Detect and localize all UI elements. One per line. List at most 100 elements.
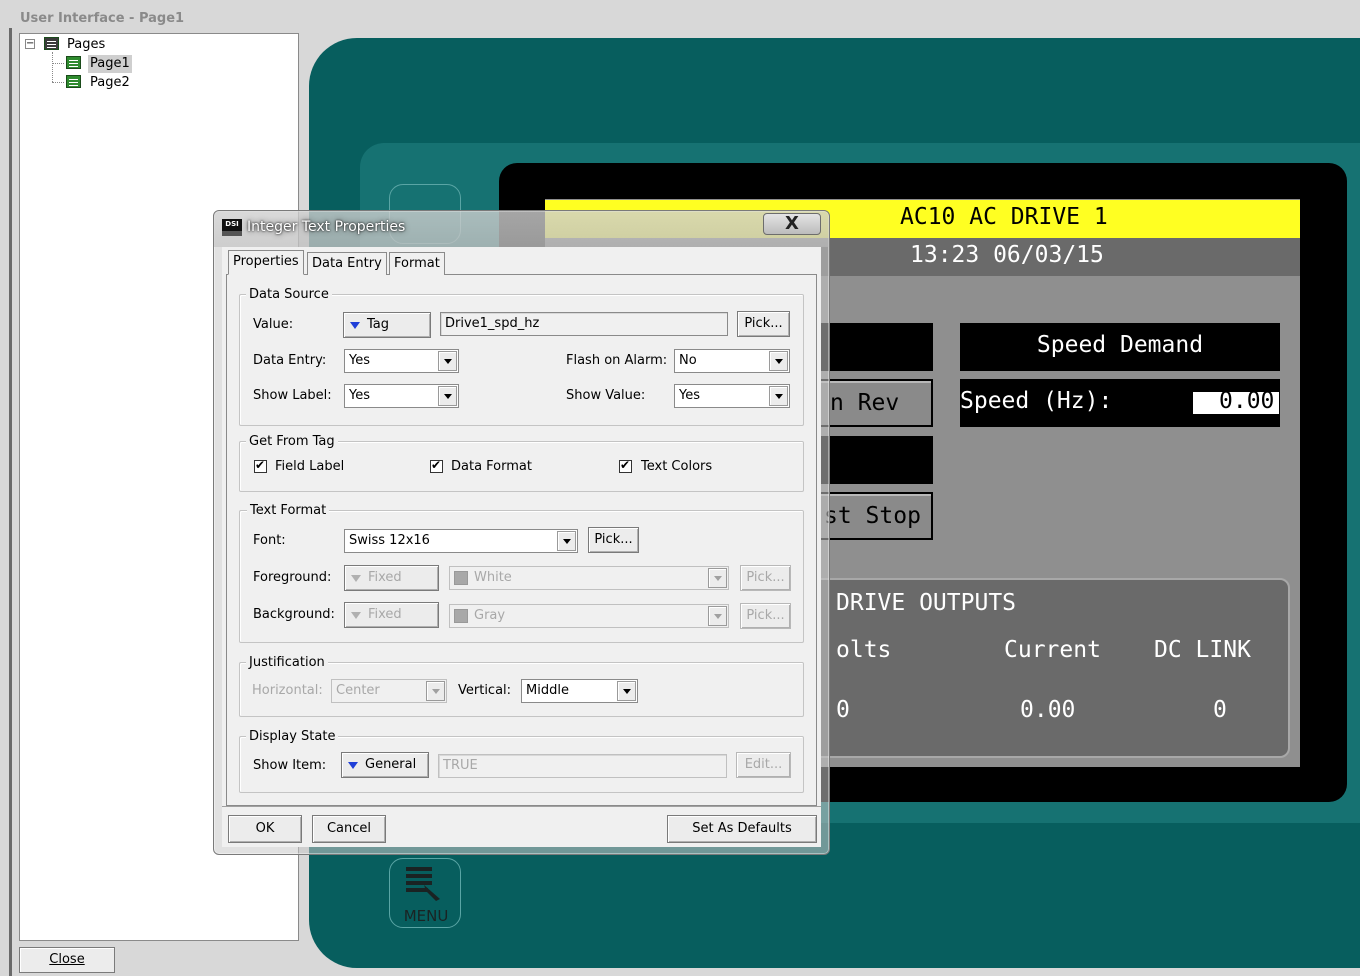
- foreground-source-label: Fixed: [368, 570, 402, 585]
- field-label-text: Field Label: [275, 459, 345, 474]
- background-source-button[interactable]: Fixed: [344, 602, 439, 628]
- show-item-source-button[interactable]: General: [341, 752, 429, 778]
- value-source-label: Tag: [367, 317, 390, 332]
- hmi-title: AC10 AC DRIVE 1: [900, 204, 1108, 230]
- show-label-select[interactable]: Yes: [344, 384, 459, 408]
- horizontal-label: Horizontal:: [252, 683, 323, 698]
- speed-value: 0.00: [1219, 388, 1275, 414]
- show-item-label: Show Item:: [253, 758, 327, 773]
- chevron-down-icon[interactable]: [438, 386, 457, 406]
- background-color-select[interactable]: Gray: [449, 604, 729, 628]
- show-item-field[interactable]: TRUE: [438, 754, 727, 778]
- field-label-checkbox[interactable]: [254, 458, 267, 473]
- speed-label: Speed (Hz):: [960, 388, 1113, 414]
- drive-outputs-title: DRIVE OUTPUTS: [836, 590, 1017, 616]
- vertical-select[interactable]: Middle: [521, 679, 638, 703]
- close-icon: X: [785, 213, 799, 234]
- font-select[interactable]: Swiss 12x16: [344, 529, 578, 553]
- font-label: Font:: [253, 533, 286, 548]
- data-format-checkbox[interactable]: [430, 458, 443, 473]
- data-entry-value: Yes: [349, 353, 370, 368]
- get-from-tag-title: Get From Tag: [246, 434, 338, 450]
- text-colors-checkbox[interactable]: [619, 458, 632, 473]
- dropdown-triangle-icon: [350, 322, 360, 329]
- show-label-label: Show Label:: [253, 388, 332, 403]
- outputs-value-current: 0.00: [1020, 697, 1076, 723]
- foreground-color-value: White: [474, 570, 512, 585]
- horizontal-select[interactable]: Center: [331, 679, 447, 703]
- page2-icon: [66, 75, 81, 88]
- tree-root-pages[interactable]: Pages: [67, 36, 105, 54]
- chevron-down-icon[interactable]: [708, 568, 727, 588]
- hmi-rev-label: n Rev: [830, 390, 900, 416]
- dsi-logo-icon: DSI: [222, 219, 242, 236]
- horizontal-value: Center: [336, 683, 380, 698]
- show-value-select[interactable]: Yes: [674, 384, 790, 408]
- show-item-edit-button[interactable]: Edit...: [736, 752, 791, 778]
- window-edge: [9, 28, 12, 976]
- outputs-header-volts: olts: [836, 637, 892, 663]
- flash-on-alarm-select[interactable]: No: [674, 349, 790, 373]
- data-source-title: Data Source: [246, 287, 332, 303]
- chevron-down-icon[interactable]: [426, 681, 445, 701]
- menu-icon: [406, 867, 440, 901]
- background-label: Background:: [253, 607, 335, 622]
- background-pick-button[interactable]: Pick...: [740, 603, 791, 629]
- justification-title: Justification: [246, 655, 328, 671]
- vertical-label: Vertical:: [458, 683, 512, 698]
- cancel-button[interactable]: Cancel: [312, 815, 386, 843]
- chevron-down-icon[interactable]: [769, 351, 788, 371]
- font-pick-button[interactable]: Pick...: [588, 527, 639, 553]
- value-source-button[interactable]: Tag: [343, 312, 431, 338]
- menu-label: MENU: [403, 907, 449, 925]
- font-value: Swiss 12x16: [349, 533, 430, 548]
- chevron-down-icon[interactable]: [708, 606, 727, 626]
- tab-properties[interactable]: Properties: [228, 250, 304, 275]
- pages-folder-icon: [44, 37, 59, 50]
- outputs-value-dclink: 0: [1213, 697, 1227, 723]
- tree-item-page1[interactable]: Page1: [88, 55, 132, 73]
- tab-data-entry[interactable]: Data Entry: [307, 252, 387, 275]
- value-tag-field[interactable]: Drive1_spd_hz: [440, 312, 728, 336]
- display-state-title: Display State: [246, 729, 339, 745]
- value-label: Value:: [253, 317, 294, 332]
- window-title: User Interface - Page1: [20, 11, 185, 26]
- tree-item-page2[interactable]: Page2: [90, 74, 130, 92]
- speed-demand-box: Speed Demand: [960, 323, 1280, 371]
- dropdown-triangle-icon: [351, 612, 361, 619]
- dialog-title: Integer Text Properties: [247, 219, 406, 235]
- dialog-divider: [222, 806, 821, 807]
- data-entry-label: Data Entry:: [253, 353, 327, 368]
- data-format-text: Data Format: [451, 459, 532, 474]
- color-swatch: [454, 609, 468, 623]
- tab-format[interactable]: Format: [389, 252, 445, 275]
- set-as-defaults-button[interactable]: Set As Defaults: [667, 815, 817, 843]
- foreground-pick-button[interactable]: Pick...: [740, 565, 791, 591]
- value-pick-button[interactable]: Pick...: [737, 311, 790, 337]
- hmi-datetime: 13:23 06/03/15: [910, 242, 1104, 268]
- show-item-source-label: General: [365, 757, 417, 772]
- chevron-down-icon[interactable]: [438, 351, 457, 371]
- tree-expander[interactable]: −: [25, 39, 35, 49]
- flash-on-alarm-label: Flash on Alarm:: [566, 353, 668, 368]
- color-swatch: [454, 571, 468, 585]
- background-color-value: Gray: [474, 608, 506, 623]
- dropdown-triangle-icon: [348, 762, 358, 769]
- dialog-close-button[interactable]: X: [763, 213, 821, 235]
- hmi-menu-button[interactable]: MENU: [389, 858, 461, 928]
- vertical-value: Middle: [526, 683, 569, 698]
- page1-icon: [66, 56, 81, 69]
- show-value-label: Show Value:: [566, 388, 646, 403]
- chevron-down-icon[interactable]: [557, 531, 576, 551]
- show-label-value: Yes: [349, 388, 370, 403]
- chevron-down-icon[interactable]: [617, 681, 636, 701]
- data-entry-select[interactable]: Yes: [344, 349, 459, 373]
- chevron-down-icon[interactable]: [769, 386, 788, 406]
- ok-button[interactable]: OK: [228, 815, 302, 843]
- outputs-value-volts: 0: [836, 697, 850, 723]
- close-button[interactable]: Close: [19, 947, 115, 973]
- foreground-color-select[interactable]: White: [449, 566, 729, 590]
- show-value-value: Yes: [679, 388, 700, 403]
- foreground-source-button[interactable]: Fixed: [344, 565, 439, 591]
- text-colors-text: Text Colors: [641, 459, 713, 474]
